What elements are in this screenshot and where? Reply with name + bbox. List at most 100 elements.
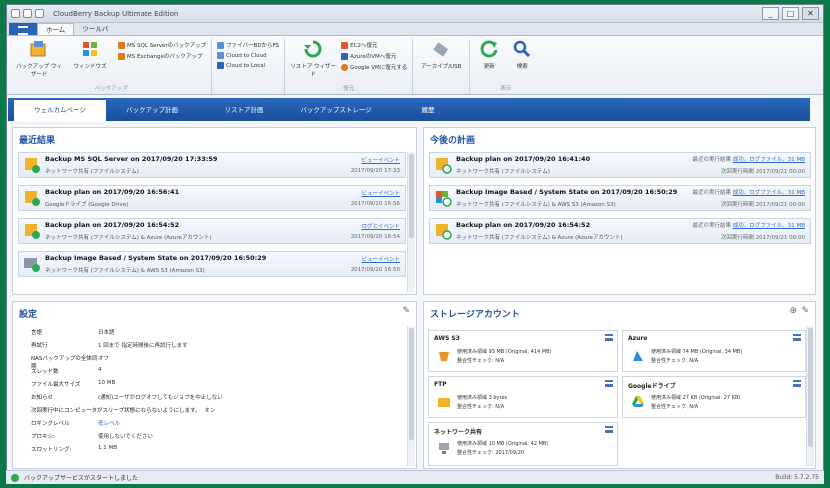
edit-accounts-icon[interactable]: ✎ (801, 306, 809, 316)
tab-welcome[interactable]: ウェルカムページ (14, 100, 106, 121)
ribbon-tab-home[interactable]: ホーム (37, 23, 75, 35)
setting-row: ロギングレベル 低レベル (31, 419, 120, 427)
tab-history[interactable]: 履歴 (382, 100, 474, 121)
maximize-button[interactable]: □ (782, 7, 799, 20)
account-menu-icon[interactable] (605, 380, 613, 387)
setting-key: プロキシ: (31, 434, 55, 440)
recent-scrollbar[interactable] (407, 152, 415, 292)
ribbon-group-backup-caption: バックアップ (94, 86, 128, 92)
file-menu-button[interactable] (9, 23, 37, 35)
account-menu-icon[interactable] (605, 334, 613, 341)
storage-account-card[interactable]: AWS S3 使用済み領域 93 MB (Original: 414 MB) 整合… (428, 330, 618, 372)
account-usage: 使用済み領域 74 MB (Original: 34 MB) (651, 349, 743, 355)
mssql-backup-button[interactable]: MS SQL Serverのバックアップ (118, 41, 206, 49)
account-menu-icon[interactable] (605, 426, 613, 433)
recent-item-dest: ネットワーク共有 (ファイルシステム) (45, 169, 139, 175)
next-run-label: 次回実行時間 (720, 169, 754, 175)
edit-settings-icon[interactable]: ✎ (402, 306, 410, 316)
upcoming-item[interactable]: Backup Image Based / System State on 201… (429, 185, 811, 211)
logs-events-link[interactable]: ログとイベント (351, 222, 400, 230)
last-run-label: 最近の実行結果 (692, 157, 731, 163)
account-menu-icon[interactable] (793, 380, 801, 387)
restore-ec2-button[interactable]: EC2へ復元 (341, 41, 407, 49)
recent-item-title: Backup plan on 2017/09/20 16:54:52 (45, 221, 180, 229)
cloud-to-cloud-button[interactable]: Cloud to Cloud (217, 52, 279, 59)
image-backup-ok-icon (23, 255, 41, 273)
account-menu-icon[interactable] (793, 334, 801, 341)
search-label: 検索 (516, 64, 528, 70)
upcoming-item[interactable]: Backup plan on 2017/09/20 16:54:52 ネットワーク… (429, 218, 811, 244)
cloud-local-icon (217, 62, 225, 69)
quick-access-undo-icon[interactable] (23, 9, 32, 18)
storage-account-card[interactable]: ネットワーク共有 使用済み領域 10 MB (Original: 42 MB) 整… (428, 422, 618, 466)
restore-azure-vm-button[interactable]: AzureのVMへ復元 (341, 52, 407, 60)
azure-icon (633, 351, 643, 361)
setting-row: ファイル最大サイズ 10 MB (31, 380, 115, 388)
recent-item[interactable]: Backup MS SQL Server on 2017/09/20 17:33… (18, 152, 406, 178)
fs-backup-button[interactable]: ファイバーBDからFS (217, 41, 279, 49)
recent-item[interactable]: Backup Image Based / System State on 201… (18, 251, 406, 277)
setting-value: 4 (98, 367, 102, 373)
storage-accounts-title: ストレージアカウント (430, 310, 520, 320)
ribbon: バックアップ ウィザード ウィンドウズ MS SQL Serverのバックアップ… (7, 36, 823, 95)
account-name: FTP (434, 381, 447, 388)
last-run-link[interactable]: 成功、ログファイル、31 MB (733, 223, 805, 229)
image-plan-scheduled-icon (434, 189, 452, 207)
setting-key: スロットリング: (31, 447, 72, 453)
backup-wizard-label: バックアップ ウィザード (16, 64, 62, 78)
storage-account-card[interactable]: Azure 使用済み領域 74 MB (Original: 34 MB) 整合性チ… (622, 330, 806, 372)
restore-wizard-button[interactable]: リストア ウィザード (290, 39, 336, 78)
backup-running-icon (23, 189, 41, 207)
recent-results-panel: 最近結果 Backup MS SQL Server on 2017/09/20 … (12, 127, 417, 295)
refresh-button[interactable]: 更新 (475, 39, 503, 70)
upcoming-item[interactable]: Backup plan on 2017/09/20 16:41:40 ネットワーク… (429, 152, 811, 178)
setting-value: 1 回まで 指定時間後に再試行します (98, 343, 188, 349)
recent-item[interactable]: Backup plan on 2017/09/20 16:54:52 ネットワーク… (18, 218, 406, 244)
last-run-link[interactable]: 成功、ログファイル、31 MB (733, 157, 805, 163)
exchange-icon (118, 52, 125, 60)
restore-azure-vm-label: AzureのVMへ復元 (350, 54, 397, 60)
restore-google-vm-button[interactable]: Google VMに復元する (341, 63, 407, 71)
storage-scrollbar[interactable] (806, 326, 814, 466)
view-events-link[interactable]: ビューイベント (351, 255, 400, 263)
quick-access-save-icon[interactable] (11, 9, 20, 18)
archive-usb-button[interactable]: アーカイブ/USB (418, 39, 464, 70)
logging-level-link[interactable]: 低レベル (98, 419, 120, 427)
storage-account-card[interactable]: Googleドライブ 使用済み領域 27 KB (Original: 27 KB… (622, 376, 806, 418)
account-consistency: 整合性チェック: 2017/09/20 (457, 450, 525, 456)
ribbon-tab-tools[interactable]: ツールバ (74, 23, 116, 35)
upcoming-item-dest: ネットワーク共有 (ファイルシステム) & Azure (Azureアカウント) (456, 235, 623, 241)
account-consistency: 整合性チェック: N/A (457, 358, 505, 364)
ftp-icon (438, 398, 450, 407)
windows-backup-button[interactable]: ウィンドウズ (67, 39, 113, 70)
setting-row: スロットリング: 1.1 MB (31, 445, 117, 453)
recent-item[interactable]: Backup plan on 2017/09/20 16:56:41 Google… (18, 185, 406, 211)
minimize-button[interactable]: _ (762, 7, 779, 20)
account-name: ネットワーク共有 (434, 429, 483, 436)
search-button[interactable]: 検索 (508, 39, 536, 70)
settings-scrollbar[interactable] (407, 326, 415, 466)
upcoming-item-dest: ネットワーク共有 (ファイルシステム) & AWS S3 (Amazon S3) (456, 202, 616, 208)
mssql-backup-label: MS SQL Serverのバックアップ (127, 43, 207, 49)
quick-access-menu-icon[interactable] (35, 9, 44, 18)
tab-backup-plans[interactable]: バックアップ計画 (106, 100, 198, 121)
google-drive-icon (632, 396, 644, 407)
view-events-link[interactable]: ビューイベント (351, 189, 400, 197)
restore-ec2-label: EC2へ復元 (350, 43, 378, 49)
settings-title: 設定 (19, 310, 38, 320)
next-run-value: 2017/09/21 00:00 (755, 169, 805, 175)
exchange-backup-button[interactable]: MS Exchangeのバックアップ (118, 52, 206, 60)
ribbon-tabs: ホーム ツールバ (7, 23, 823, 36)
cloud-to-local-button[interactable]: Cloud to Local (217, 62, 279, 69)
backup-wizard-button[interactable]: バックアップ ウィザード (16, 39, 62, 78)
view-events-link[interactable]: ビューイベント (351, 156, 400, 164)
backup-ok-icon (23, 222, 41, 240)
tab-backup-storage[interactable]: バックアップストレージ (290, 100, 382, 121)
storage-account-card[interactable]: FTP 使用済み領域 3 bytes 整合性チェック: N/A (428, 376, 618, 418)
last-run-link[interactable]: 成功、ログファイル、31 MB (733, 190, 805, 196)
backup-wizard-icon (30, 41, 46, 57)
close-button[interactable]: ✕ (802, 7, 819, 20)
add-account-icon[interactable]: ⊕ (789, 306, 797, 316)
tab-restore-plans[interactable]: リストア計画 (198, 100, 290, 121)
title-bar: CloudBerry Backup Ultimate Edition _ □ ✕ (7, 5, 823, 23)
